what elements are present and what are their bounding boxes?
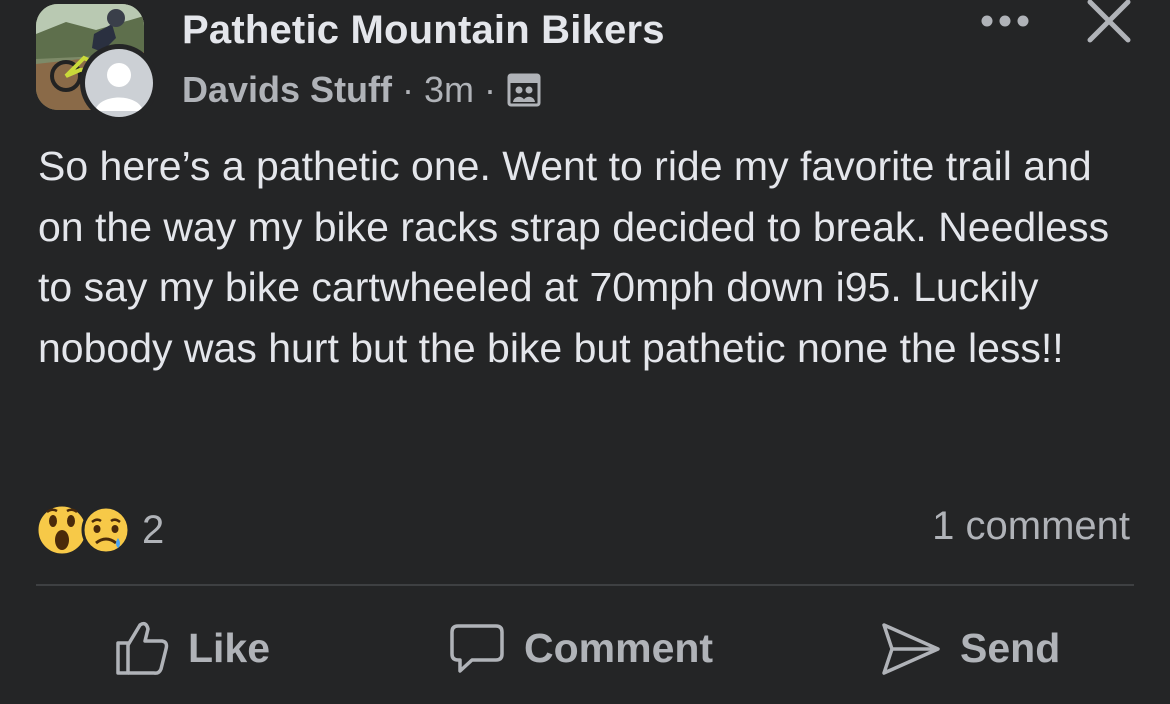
post-body-text: So here’s a pathetic one. Went to ride m… (38, 143, 1110, 371)
post-timestamp[interactable]: 3m (424, 69, 474, 111)
like-button[interactable]: Like (114, 610, 270, 686)
thumbs-up-icon (116, 621, 169, 675)
send-button[interactable]: Send (880, 610, 1060, 686)
more-options-button[interactable] (976, 6, 1034, 36)
comment-count-link[interactable]: 1 comment (932, 504, 1130, 549)
default-profile-icon (95, 63, 143, 111)
divider (36, 584, 1134, 586)
meta-separator-2: · (484, 69, 497, 110)
reactions-summary[interactable]: 2 (34, 502, 164, 558)
comment-label: Comment (524, 624, 714, 671)
send-label: Send (960, 624, 1061, 671)
meta-separator: · (402, 69, 415, 110)
post-meta: Davids Stuff · 3m · (182, 68, 542, 112)
group-post: Pathetic Mountain Bikers Davids Stuff · … (0, 0, 1170, 704)
ellipsis-icon (981, 15, 1029, 27)
close-icon (1087, 0, 1131, 43)
comment-button[interactable]: Comment (448, 610, 713, 686)
reaction-count: 2 (142, 507, 165, 552)
user-avatar[interactable] (80, 44, 158, 122)
sad-reaction-icon (81, 505, 131, 555)
group-name-link[interactable]: Pathetic Mountain Bikers (182, 8, 665, 53)
group-audience-icon (507, 73, 541, 107)
send-arrow-icon (882, 623, 940, 675)
hide-post-button[interactable] (1082, 0, 1136, 44)
author-name-link[interactable]: Davids Stuff (182, 69, 392, 111)
comment-bubble-icon (450, 624, 504, 673)
like-label: Like (188, 624, 271, 671)
